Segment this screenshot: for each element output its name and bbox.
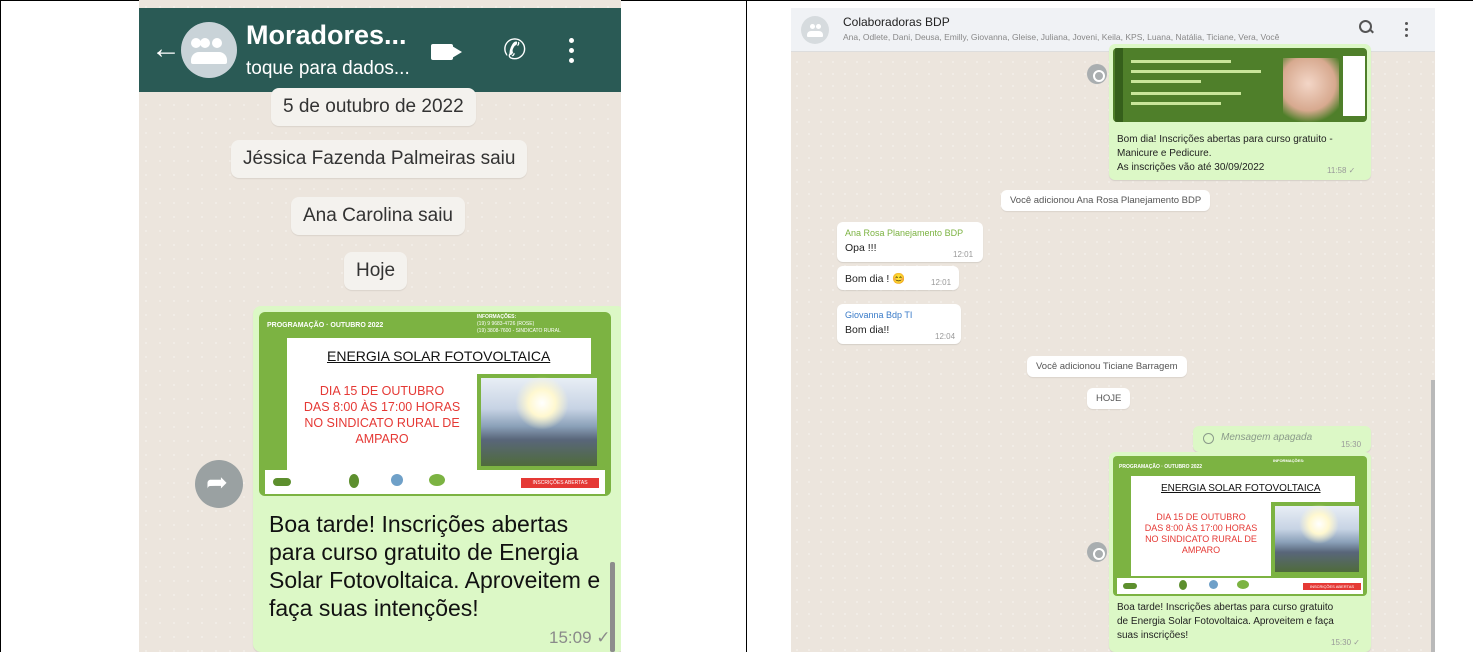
message-caption-line: suas inscrições! <box>1117 630 1189 641</box>
faesp-logo-icon <box>1209 580 1218 589</box>
poster-hours-line: DAS 8:00 ÀS 17:00 HORAS <box>1144 523 1258 533</box>
outgoing-image-message[interactable]: PROGRAMAÇÃO · OUTUBRO 2022 INFORMAÇÕES: … <box>253 306 621 652</box>
poster-logo-strip <box>1343 56 1365 116</box>
senar-logo-icon <box>1123 583 1137 589</box>
date-separator: Hoje <box>344 252 408 290</box>
poster-title: ENERGIA SOLAR FOTOVOLTAICA <box>1161 483 1321 494</box>
poster-city-line: AMPARO <box>355 432 409 446</box>
search-icon[interactable] <box>1359 20 1373 34</box>
group-members[interactable]: Ana, Odlete, Dani, Deusa, Emilly, Giovan… <box>843 32 1279 42</box>
group-avatar-icon[interactable] <box>181 22 237 78</box>
deleted-icon <box>1203 433 1214 444</box>
more-options-icon[interactable] <box>1405 22 1408 40</box>
event-poster-image[interactable]: PROGRAMAÇÃO · OUTUBRO 2022 INFORMAÇÕES: … <box>1113 456 1367 596</box>
outgoing-image-message[interactable]: Bom dia! Inscrições abertas para curso g… <box>1109 44 1371 180</box>
message-time: 12:01 <box>931 278 952 287</box>
nail-polish-photo <box>1283 58 1339 122</box>
group-subtitle[interactable]: toque para dados... <box>246 58 410 80</box>
system-message: Jéssica Fazenda Palmeiras saiu <box>231 140 528 178</box>
forward-icon[interactable] <box>1087 542 1107 562</box>
sun-glow <box>515 376 569 430</box>
panel-divider <box>746 0 747 652</box>
poster-text-line <box>1131 70 1261 73</box>
message-caption: Boa tarde! Inscrições abertas para curso… <box>269 511 601 621</box>
poster-info-title: INFORMAÇÕES: <box>1273 458 1305 463</box>
poster-info-line1: (19) 9 9683-4726 (ROSE) <box>477 321 535 327</box>
forward-icon[interactable] <box>1087 64 1107 84</box>
poster-text-line <box>1131 60 1231 63</box>
poster-text-line <box>1131 102 1221 105</box>
message-caption-line: Boa tarde! Inscrições abertas para curso… <box>1117 602 1334 613</box>
poster-place-line: NO SINDICATO RURAL DE <box>304 416 460 430</box>
message-time: 15:09 ✓ <box>549 628 611 647</box>
poster-title: ENERGIA SOLAR FOTOVOLTAICA <box>327 348 551 364</box>
message-text: Bom dia!! <box>845 324 890 336</box>
poster-date-line: DIA 15 DE OUTUBRO <box>1156 512 1246 522</box>
group-title[interactable]: Colaboradoras BDP <box>843 15 950 29</box>
scrollbar[interactable] <box>1431 380 1435 652</box>
poster-side-band <box>1115 48 1123 122</box>
message-text: Bom dia ! 😊 <box>845 273 906 285</box>
senar-alt-logo-icon <box>1237 580 1249 589</box>
poster-text-line <box>1131 80 1201 83</box>
mobile-chat-screen: ← Moradores... toque para dados... ✆ 5 d… <box>139 0 621 652</box>
poster-place-line: NO SINDICATO RURAL DE <box>1145 534 1257 544</box>
message-caption-line: de Energia Solar Fotovoltaica. Aproveite… <box>1117 616 1334 627</box>
poster-programacao: PROGRAMAÇÃO · OUTUBRO 2022 <box>1119 464 1203 470</box>
message-caption-line: Manicure e Pedicure. <box>1117 148 1212 159</box>
sindicato-logo-icon <box>349 474 359 488</box>
sun-glow <box>1299 504 1339 544</box>
message-sender[interactable]: Giovanna Bdp TI <box>845 310 912 320</box>
senar-alt-logo-icon <box>429 474 445 486</box>
sindicato-logo-icon <box>1179 580 1187 590</box>
scrollbar[interactable] <box>610 562 615 652</box>
poster-info-title: INFORMAÇÕES: <box>477 314 517 320</box>
incoming-message[interactable]: Ana Rosa Planejamento BDP Opa !!! 12:01 <box>837 222 983 262</box>
poster-city-line: AMPARO <box>1181 545 1221 555</box>
more-options-icon[interactable] <box>569 38 575 64</box>
faesp-logo-icon <box>391 474 403 486</box>
registrations-open-badge: INSCRIÇÕES ABERTAS <box>521 478 599 488</box>
web-chat-screen: Colaboradoras BDP Ana, Odlete, Dani, Deu… <box>791 8 1435 652</box>
arrow-left-icon[interactable]: ← <box>151 34 181 64</box>
chat-header: ← Moradores... toque para dados... ✆ <box>139 8 621 92</box>
poster-date-line: DIA 15 DE OUTUBRO <box>319 384 445 398</box>
date-separator: HOJE <box>1087 388 1131 409</box>
date-separator: 5 de outubro de 2022 <box>271 88 476 126</box>
message-text: Opa !!! <box>845 242 877 254</box>
poster-hours-line: DAS 8:00 ÀS 17:00 HORAS <box>303 400 461 414</box>
forward-icon[interactable] <box>195 460 243 508</box>
deleted-message[interactable]: Mensagem apagada 15:30 <box>1193 426 1371 452</box>
registrations-open-badge: INSCRIÇÕES ABERTAS <box>1303 583 1361 590</box>
message-sender[interactable]: Ana Rosa Planejamento BDP <box>845 228 963 238</box>
incoming-message[interactable]: Bom dia ! 😊 12:01 <box>837 266 959 290</box>
message-time: 15:30 <box>1341 440 1362 449</box>
message-time: 12:01 <box>953 250 974 259</box>
event-poster-image[interactable]: PROGRAMAÇÃO · OUTUBRO 2022 INFORMAÇÕES: … <box>259 312 611 496</box>
message-time: 11:58 ✓ <box>1327 166 1356 175</box>
senar-logo-icon <box>273 478 291 486</box>
deleted-text: Mensagem apagada <box>1221 432 1313 443</box>
group-avatar-icon[interactable] <box>801 16 829 44</box>
message-caption-line: Bom dia! Inscrições abertas para curso g… <box>1117 134 1333 145</box>
outgoing-image-message[interactable]: PROGRAMAÇÃO · OUTUBRO 2022 INFORMAÇÕES: … <box>1109 452 1371 652</box>
group-title[interactable]: Moradores... <box>246 20 407 51</box>
poster-text-line <box>1131 92 1241 95</box>
message-caption-line: As inscrições vão até 30/09/2022 <box>1117 162 1265 173</box>
system-message: Você adicionou Ana Rosa Planejamento BDP <box>1001 190 1211 211</box>
poster-info-line2: (19) 3808-7600 - SINDICATO RURAL <box>477 328 561 334</box>
message-time: 15:30 ✓ <box>1331 638 1360 647</box>
message-time: 12:04 <box>935 332 956 341</box>
incoming-message[interactable]: Giovanna Bdp TI Bom dia!! 12:04 <box>837 304 961 344</box>
course-poster-image[interactable] <box>1113 48 1367 122</box>
system-message: Ana Carolina saiu <box>291 197 465 235</box>
video-call-icon[interactable] <box>431 44 462 60</box>
phone-call-icon[interactable]: ✆ <box>503 36 526 64</box>
poster-programacao: PROGRAMAÇÃO · OUTUBRO 2022 <box>267 322 384 329</box>
system-message: Você adicionou Ticiane Barragem <box>1027 356 1187 377</box>
